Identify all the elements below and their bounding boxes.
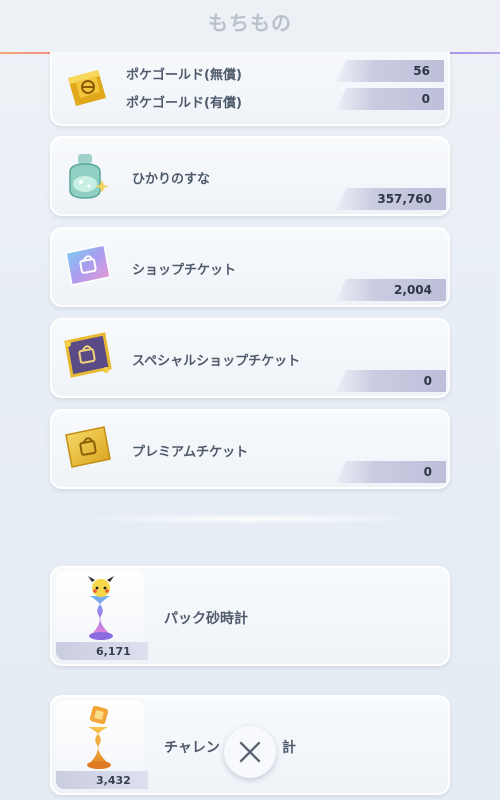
gold-bar-icon (64, 62, 108, 114)
page-title: もちもの (208, 10, 292, 35)
shining-sand-card: ひかりのすな 357,760 (50, 136, 450, 216)
page-header: もちもの (0, 0, 500, 52)
special-shop-ticket-label: スペシャルショップチケット (132, 354, 301, 369)
pack-hourglass-count: 6,171 (56, 642, 148, 660)
shop-ticket-label: ショップチケット (132, 263, 237, 278)
pack-hourglass-thumb: 6,171 (56, 572, 148, 660)
special-shop-ticket-card: スペシャルショップチケット 0 (50, 318, 450, 398)
sand-bottle-icon (60, 150, 112, 206)
challenge-hourglass-label-right: 計 (282, 740, 296, 756)
challenge-hourglass-icon (74, 705, 124, 779)
premium-ticket-icon (64, 425, 112, 473)
challenge-hourglass-label-left: チャレン (164, 740, 220, 756)
special-shop-ticket-icon (62, 332, 112, 384)
pack-hourglass-card[interactable]: 6,171 パック砂時計 (50, 566, 450, 666)
close-button[interactable] (224, 726, 276, 778)
shop-ticket-card: ショップチケット 2,004 (50, 227, 450, 307)
pack-hourglass-label: パック砂時計 (164, 611, 248, 627)
pack-hourglass-icon (76, 576, 126, 650)
challenge-hourglass-count: 3,432 (56, 771, 148, 789)
premium-ticket-value: 0 (336, 461, 446, 483)
pokegold-free-value: 56 (336, 60, 444, 82)
pokegold-paid-value: 0 (336, 88, 444, 110)
premium-ticket-card: プレミアムチケット 0 (50, 409, 450, 489)
pokegold-card: ポケゴールド(無償) 56 ポケゴールド(有償) 0 (50, 40, 450, 126)
special-shop-ticket-value: 0 (336, 370, 446, 392)
premium-ticket-label: プレミアムチケット (132, 445, 249, 460)
shining-sand-value: 357,760 (336, 188, 446, 210)
shining-sand-label: ひかりのすな (132, 172, 211, 187)
shop-ticket-icon (64, 243, 112, 291)
close-icon (239, 741, 261, 763)
pokegold-paid-label: ポケゴールド(有償) (126, 96, 242, 111)
shop-ticket-value: 2,004 (336, 279, 446, 301)
section-divider (70, 514, 430, 524)
pokegold-free-label: ポケゴールド(無償) (126, 68, 242, 83)
challenge-hourglass-thumb: 3,432 (56, 701, 148, 789)
